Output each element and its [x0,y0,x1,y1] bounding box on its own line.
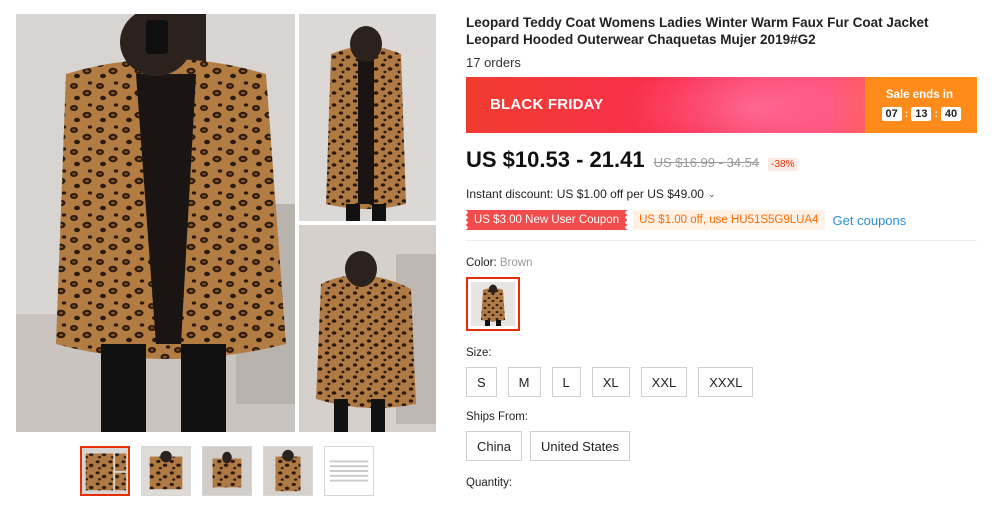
main-product-image[interactable] [16,14,436,432]
ships-from-options: China United States [466,431,978,461]
product-title: Leopard Teddy Coat Womens Ladies Winter … [466,15,929,47]
divider [466,240,977,241]
black-friday-banner[interactable]: BLACK FRIDAY Sale ends in 07 : 13 : 40 [466,77,977,133]
product-info: Leopard Teddy Coat Womens Ladies Winter … [466,14,978,489]
ships-from-label: Ships From: [466,411,528,423]
thumbnail-3[interactable] [202,446,252,496]
chevron-down-icon: ⌄ [707,188,716,199]
coupon-row: US $3.00 New User Coupon US $1.00 off, u… [466,210,978,230]
size-chart-icon [325,447,373,495]
new-user-coupon[interactable]: US $3.00 New User Coupon [466,210,628,230]
coupon-code-offer[interactable]: US $1.00 off, use HU51S5G9LUA4 [633,210,825,230]
size-option-m[interactable]: M [507,367,541,397]
sale-ends-label: Sale ends in [885,89,953,101]
thumbnail-strip [80,446,374,496]
ships-from-united-states[interactable]: United States [529,431,631,461]
discount-badge: -38% [768,158,798,171]
thumbnail-5-size-chart[interactable] [324,446,374,496]
original-price: US $16.99 - 34.54 [653,155,760,170]
thumbnail-4[interactable] [263,446,313,496]
countdown-seconds: 40 [941,107,961,121]
leopard-coat-photo [16,14,436,432]
quantity-label: Quantity: [466,477,513,489]
banner-decoration [626,77,886,133]
thumbnail-image [203,447,251,495]
size-option-xxl[interactable]: XXL [640,367,688,397]
get-coupons-link[interactable]: Get coupons [833,213,907,228]
size-option-l[interactable]: L [551,367,581,397]
thumbnail-image [264,447,312,495]
instant-discount[interactable]: Instant discount: US $1.00 off per US $4… [466,187,978,201]
color-label: Color: Brown [466,257,978,269]
countdown-separator: : [904,108,909,120]
banner-countdown-panel [865,77,977,133]
current-price: US $10.53 - 21.41 [466,147,645,172]
thumbnail-image [142,447,190,495]
countdown-hours: 07 [881,107,902,121]
thumbnail-2[interactable] [141,446,191,496]
instant-discount-text: Instant discount: US $1.00 off per US $4… [466,187,704,201]
countdown-timer: 07 : 13 : 40 [881,107,961,121]
size-option-s[interactable]: S [466,367,497,397]
ships-from-china[interactable]: China [466,431,522,461]
size-options: S M L XL XXL XXXL [466,367,978,397]
countdown-minutes: 13 [911,107,932,121]
thumbnail-1[interactable] [80,446,130,496]
color-swatch-image [471,282,515,326]
price-row: US $10.53 - 21.41 US $16.99 - 34.54 -38% [466,147,978,173]
thumbnail-image [82,448,128,494]
countdown-separator: : [934,108,938,120]
size-label: Size: [466,347,492,359]
black-friday-label: BLACK FRIDAY [490,96,604,113]
size-option-xl[interactable]: XL [591,367,630,397]
color-label-text: Color: [466,257,497,269]
color-value: Brown [499,257,533,269]
size-option-xxxl[interactable]: XXXL [698,367,754,397]
order-count: 17 orders [466,55,521,70]
color-swatch-brown[interactable] [466,277,520,331]
